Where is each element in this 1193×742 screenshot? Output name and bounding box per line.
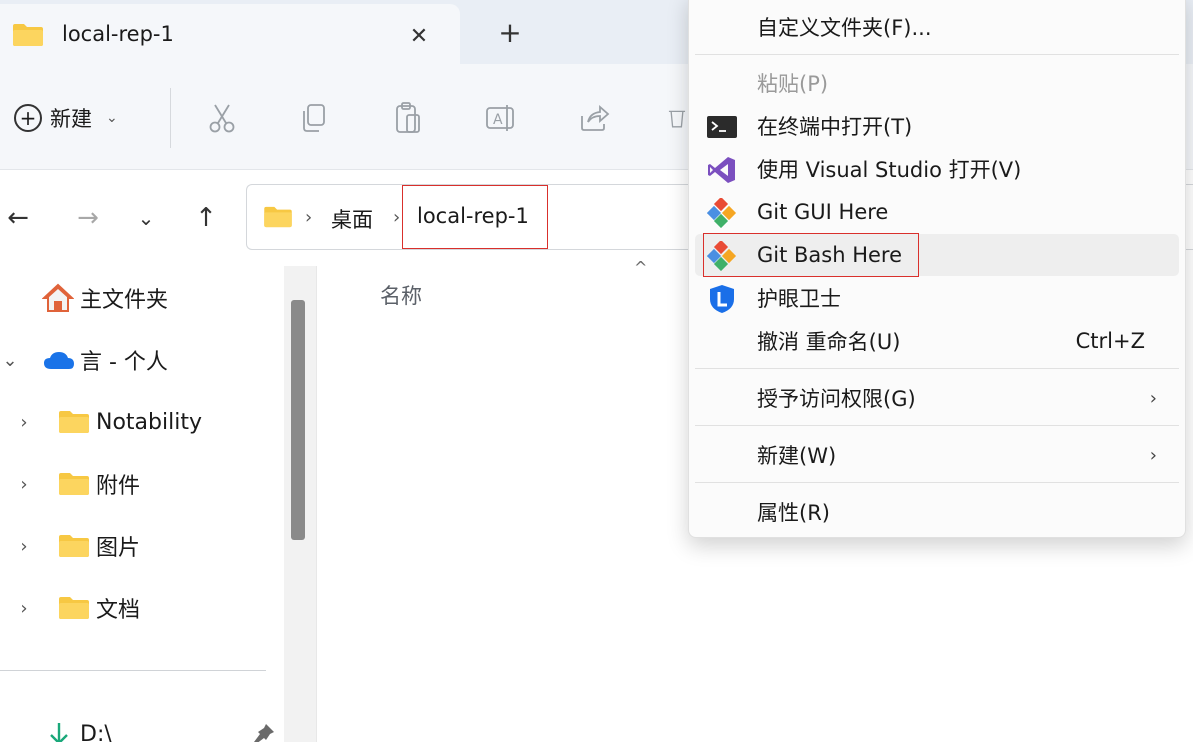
sidebar-item-label: 主文件夹 xyxy=(80,288,169,313)
menu-item-shortcut: Ctrl+Z xyxy=(1075,329,1145,353)
new-button-label: 新建 xyxy=(50,107,92,131)
breadcrumb-separator-icon: › xyxy=(305,207,313,228)
sidebar-item-drive-d[interactable]: D:\ xyxy=(0,712,280,742)
folder-icon xyxy=(58,472,90,496)
folder-icon xyxy=(12,23,44,51)
toolbar-divider xyxy=(170,88,171,148)
breadcrumb-desktop[interactable]: 桌面 xyxy=(331,204,373,234)
menu-item-properties[interactable]: 属性(R) xyxy=(695,491,1179,533)
sidebar-item-label: 图片 xyxy=(96,536,141,561)
visual-studio-icon xyxy=(707,155,737,185)
sidebar-item-attachments[interactable]: › 附件 xyxy=(0,462,280,506)
menu-item-new[interactable]: 新建(W) › xyxy=(695,434,1179,476)
menu-separator xyxy=(695,54,1179,55)
sidebar-item-label: 文档 xyxy=(96,598,141,623)
share-icon[interactable] xyxy=(576,98,612,138)
copy-icon[interactable] xyxy=(296,98,332,138)
pane-border xyxy=(316,266,317,742)
annotation-highlight-box xyxy=(703,233,919,277)
sidebar-item-label: 言 - 个人 xyxy=(80,350,168,375)
submenu-chevron-icon: › xyxy=(1149,444,1157,466)
annotation-highlight-box xyxy=(402,185,548,249)
menu-item-label: 在终端中打开(T) xyxy=(757,115,913,139)
sidebar-item-documents[interactable]: › 文档 xyxy=(0,586,280,630)
folder-icon xyxy=(263,206,293,232)
pane-divider xyxy=(0,670,266,671)
chevron-right-icon[interactable]: › xyxy=(14,474,34,495)
context-menu: 自定义文件夹(F)... 粘贴(P) 在终端中打开(T) 使用 Visual S… xyxy=(688,0,1186,538)
sidebar-item-pictures[interactable]: › 图片 xyxy=(0,524,280,568)
column-header-name[interactable]: 名称 xyxy=(380,280,422,310)
close-tab-icon[interactable]: ✕ xyxy=(398,18,440,56)
delete-icon[interactable] xyxy=(666,98,688,138)
menu-item-undo-rename[interactable]: 撤消 重命名(U) Ctrl+Z xyxy=(695,320,1179,362)
sidebar-item-label: D:\ xyxy=(80,721,112,742)
menu-item-open-in-terminal[interactable]: 在终端中打开(T) xyxy=(695,105,1179,147)
menu-item-open-with-visual-studio[interactable]: 使用 Visual Studio 打开(V) xyxy=(695,148,1179,190)
sidebar-item-label: 附件 xyxy=(96,474,141,499)
drive-down-arrow-icon xyxy=(48,721,70,742)
folder-icon xyxy=(58,410,90,434)
sort-ascending-icon[interactable]: ^ xyxy=(634,258,647,277)
pin-icon[interactable] xyxy=(252,722,276,742)
rename-icon[interactable]: A xyxy=(484,98,520,138)
scrollbar-thumb[interactable] xyxy=(291,300,305,540)
menu-item-eye-guard[interactable]: 护眼卫士 xyxy=(695,277,1179,319)
svg-text:A: A xyxy=(493,112,503,128)
cut-icon[interactable] xyxy=(204,98,240,138)
git-icon xyxy=(707,198,737,228)
paste-icon[interactable] xyxy=(390,98,426,138)
menu-separator xyxy=(695,425,1179,426)
chevron-right-icon[interactable]: › xyxy=(14,412,34,433)
menu-item-git-gui-here[interactable]: Git GUI Here xyxy=(695,191,1179,233)
sidebar-item-onedrive[interactable]: ⌄ 言 - 个人 xyxy=(0,338,280,382)
breadcrumb-separator-icon: › xyxy=(393,207,401,228)
onedrive-cloud-icon xyxy=(42,349,76,371)
folder-icon xyxy=(58,534,90,558)
chevron-right-icon[interactable]: › xyxy=(14,536,34,557)
menu-item-label: 新建(W) xyxy=(757,444,837,468)
terminal-icon xyxy=(707,112,737,142)
menu-separator xyxy=(695,482,1179,483)
folder-icon xyxy=(58,596,90,620)
up-arrow-icon[interactable]: ↑ xyxy=(188,200,224,236)
add-circle-icon: + xyxy=(14,104,42,132)
back-arrow-icon[interactable]: ← xyxy=(0,200,36,236)
menu-item-paste[interactable]: 粘贴(P) xyxy=(695,62,1179,104)
menu-item-customize-folder[interactable]: 自定义文件夹(F)... xyxy=(695,6,1179,48)
menu-item-label: 属性(R) xyxy=(757,501,830,525)
new-button[interactable]: + 新建 ⌄ xyxy=(14,100,118,136)
menu-item-label: 粘贴(P) xyxy=(757,72,829,96)
menu-item-label: Git GUI Here xyxy=(757,200,889,224)
sidebar-item-label: Notability xyxy=(96,409,202,435)
navigation-pane: 主文件夹 ⌄ 言 - 个人 › Notability › 附件 › 图片 › 文… xyxy=(0,266,318,742)
menu-item-label: 自定义文件夹(F)... xyxy=(757,16,932,40)
tab-local-rep-1[interactable]: local-rep-1 ✕ xyxy=(0,4,460,64)
sidebar-item-notability[interactable]: › Notability xyxy=(0,400,280,444)
tab-title: local-rep-1 xyxy=(62,22,174,46)
chevron-down-icon[interactable]: ⌄ xyxy=(0,350,20,371)
menu-separator xyxy=(695,368,1179,369)
menu-item-label: 护眼卫士 xyxy=(757,287,841,311)
forward-arrow-icon[interactable]: → xyxy=(70,200,106,236)
menu-item-label: 撤消 重命名(U) xyxy=(757,330,901,354)
sidebar-item-home[interactable]: 主文件夹 xyxy=(0,276,280,320)
eye-guard-icon xyxy=(707,284,737,314)
chevron-down-icon: ⌄ xyxy=(106,110,118,126)
chevron-right-icon[interactable]: › xyxy=(14,598,34,619)
submenu-chevron-icon: › xyxy=(1149,387,1157,409)
menu-item-label: 授予访问权限(G) xyxy=(757,387,916,411)
new-tab-button[interactable]: + xyxy=(488,14,532,54)
home-icon xyxy=(42,283,74,313)
menu-item-label: 使用 Visual Studio 打开(V) xyxy=(757,158,1022,182)
recent-locations-chevron-icon[interactable]: ⌄ xyxy=(128,200,164,236)
menu-item-give-access[interactable]: 授予访问权限(G) › xyxy=(695,377,1179,419)
